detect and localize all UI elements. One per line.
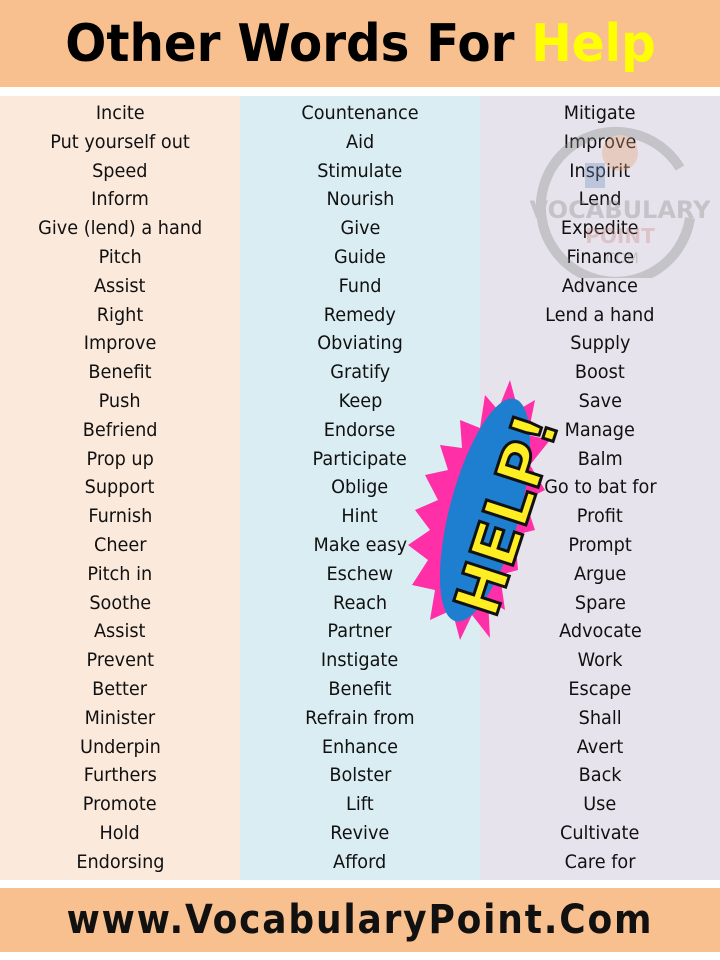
word-item: Boost [575, 361, 625, 384]
word-item: Save [578, 389, 622, 412]
word-item: Lend a hand [545, 303, 655, 326]
word-item: Speed [92, 159, 148, 182]
word-item: Endorse [324, 418, 396, 441]
help-burst-graphic: HELP! [408, 380, 560, 640]
word-item: Balm [577, 447, 623, 470]
word-item: Inspirit [569, 159, 631, 182]
word-item: Push [99, 389, 141, 412]
word-item: Prompt [568, 533, 632, 556]
word-item: Give [340, 217, 380, 240]
word-item: Furnish [88, 505, 152, 528]
word-item: Spare [574, 591, 626, 614]
word-item: Profit [576, 505, 624, 528]
word-item: Soothe [89, 591, 151, 614]
word-item: Better [92, 677, 148, 700]
word-item: Eschew [326, 562, 394, 585]
word-item: Support [85, 476, 155, 499]
title-highlight: Help [530, 13, 656, 74]
footer-banner: www.VocabularyPoint.Com [0, 888, 720, 952]
word-item: Underpin [79, 735, 161, 758]
word-item: Care for [564, 850, 636, 873]
word-item: Afford [333, 850, 387, 873]
word-item: Nourish [326, 188, 394, 211]
word-item: Befriend [82, 418, 158, 441]
word-item: Pitch [98, 245, 142, 268]
word-item: Endorsing [75, 850, 165, 873]
word-item: Aid [345, 130, 375, 153]
word-item: Assist [94, 620, 146, 643]
word-item: Inform [91, 188, 149, 211]
word-item: Incite [95, 102, 145, 124]
word-item: Advocate [558, 620, 642, 643]
word-item: Hold [99, 821, 141, 844]
word-item: Finance [566, 245, 634, 268]
word-item: Partner [327, 620, 393, 643]
word-item: Give (lend) a hand [37, 217, 203, 240]
word-item: Promote [83, 793, 157, 816]
word-item: Guide [334, 245, 386, 268]
word-item: Lend [578, 188, 622, 211]
word-item: Right [96, 303, 144, 326]
word-item: Back [578, 764, 622, 787]
word-item: Benefit [328, 677, 392, 700]
word-item: Cultivate [560, 821, 640, 844]
word-item: Furthers [83, 764, 157, 787]
word-item: Work [577, 649, 623, 672]
word-item: Shall [578, 706, 622, 729]
word-item: Bolster [328, 764, 392, 787]
word-item: Stimulate [317, 159, 403, 182]
word-item: Fund [338, 274, 382, 297]
word-item: Manage [564, 418, 636, 441]
word-column-1: Incite Put yourself out Speed Inform Give (l… [0, 96, 240, 880]
word-item: Put yourself out [50, 130, 190, 153]
word-item: Participate [312, 447, 408, 470]
word-item: Go to bat for [543, 476, 657, 499]
word-item: Obviating [317, 332, 403, 355]
word-item: Mitigate [564, 102, 636, 124]
word-item: Prop up [86, 447, 154, 470]
word-item: Refrain from [305, 706, 415, 729]
word-item: Remedy [323, 303, 397, 326]
word-item: Pitch in [87, 562, 153, 585]
word-item: Advance [561, 274, 639, 297]
word-columns: Incite Put yourself out Speed Inform Give (l… [0, 96, 720, 880]
word-item: Benefit [88, 361, 152, 384]
title-banner: Other Words For Help [0, 0, 720, 87]
word-item: Escape [568, 677, 632, 700]
page-title: Other Words For Help [65, 14, 656, 74]
word-item: Keep [338, 389, 382, 412]
title-prefix: Other Words For [64, 13, 531, 74]
website-url: www.VocabularyPoint.Com [66, 897, 654, 943]
word-item: Oblige [331, 476, 389, 499]
word-item: Argue [573, 562, 627, 585]
word-item: Use [583, 793, 617, 816]
word-item: Expedite [561, 217, 639, 240]
word-item: Cheer [93, 533, 147, 556]
word-item: Countenance [301, 102, 419, 124]
word-item: Gratify [329, 361, 390, 384]
word-item: Improve [563, 130, 637, 153]
word-item: Prevent [86, 649, 154, 672]
word-item: Assist [94, 274, 146, 297]
word-item: Enhance [321, 735, 399, 758]
word-item: Revive [330, 821, 390, 844]
word-item: Hint [341, 505, 379, 528]
word-item: Improve [83, 332, 157, 355]
word-item: Reach [332, 591, 388, 614]
word-item: Lift [346, 793, 374, 816]
word-item: Supply [569, 332, 631, 355]
word-item: Instigate [321, 649, 399, 672]
word-item: Avert [576, 735, 624, 758]
word-item: Make easy [313, 533, 407, 556]
word-item: Minister [84, 706, 156, 729]
